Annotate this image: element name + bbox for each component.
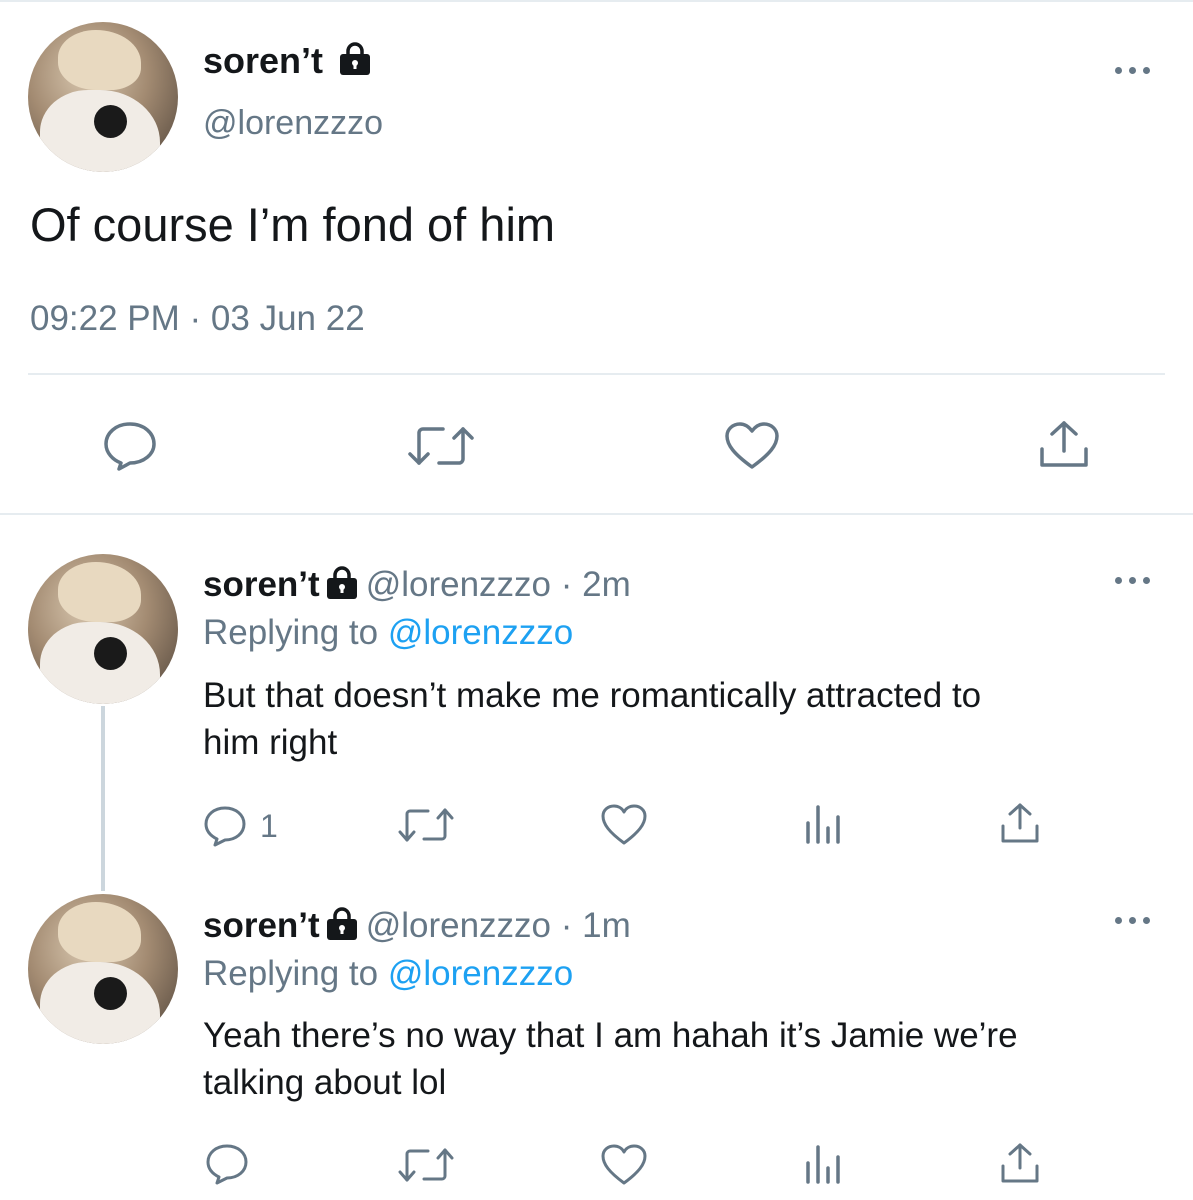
comment-icon[interactable] [103,421,157,471]
display-name-text[interactable]: soren’t [203,906,320,945]
display-name-text: soren’t [203,40,324,81]
section-divider [0,513,1193,515]
lock-icon [340,42,371,76]
replying-handle-link[interactable]: @lorenzzzo [388,613,573,652]
thread-line [101,706,105,891]
reply-header: soren’t @lorenzzzo · 1m [203,906,631,946]
time-ago[interactable]: · 1m [561,906,631,945]
reply-text-line-1: But that doesn’t make me romantically at… [203,676,982,715]
reply-text-line-2: talking about lol [203,1063,447,1102]
handle[interactable]: @lorenzzzo [203,104,383,143]
like-icon[interactable] [600,1143,648,1187]
retweet-icon[interactable] [397,805,455,845]
replying-label: Replying to [203,954,379,993]
share-icon[interactable] [1038,419,1090,471]
share-icon[interactable] [999,801,1041,845]
more-icon[interactable] [1115,917,1151,927]
like-icon[interactable] [724,421,780,471]
display-name[interactable]: soren’t [203,40,373,82]
replying-to: Replying to @lorenzzzo [203,613,573,653]
handle[interactable]: @lorenzzzo [366,906,551,945]
like-icon[interactable] [600,803,648,847]
share-icon[interactable] [999,1141,1041,1185]
reply-text-line-1: Yeah there’s no way that I am hahah it’s… [203,1016,1018,1055]
reply-count: 1 [260,808,278,844]
retweet-icon[interactable] [397,1145,455,1185]
analytics-icon[interactable] [803,803,843,845]
reply-text-line-2: him right [203,723,338,762]
time-ago[interactable]: · 2m [561,565,631,604]
lock-icon [326,907,357,940]
top-divider [0,0,1193,2]
timestamp[interactable]: 09:22 PM · 03 Jun 22 [30,299,365,339]
replying-to: Replying to @lorenzzzo [203,954,573,994]
more-icon[interactable] [1115,67,1151,77]
divider [28,373,1165,375]
tweet-text: Of course I’m fond of him [30,198,556,251]
retweet-icon[interactable] [407,423,475,469]
analytics-icon[interactable] [803,1143,843,1185]
avatar[interactable] [28,22,178,172]
handle[interactable]: @lorenzzzo [366,565,551,604]
replying-label: Replying to [203,613,379,652]
comment-icon[interactable] [203,805,247,847]
replying-handle-link[interactable]: @lorenzzzo [388,954,573,993]
display-name-text[interactable]: soren’t [203,565,320,604]
reply-header: soren’t @lorenzzzo · 2m [203,565,631,605]
lock-icon [326,566,357,599]
avatar[interactable] [28,894,178,1044]
comment-icon[interactable] [205,1143,249,1185]
more-icon[interactable] [1115,577,1151,587]
avatar[interactable] [28,554,178,704]
